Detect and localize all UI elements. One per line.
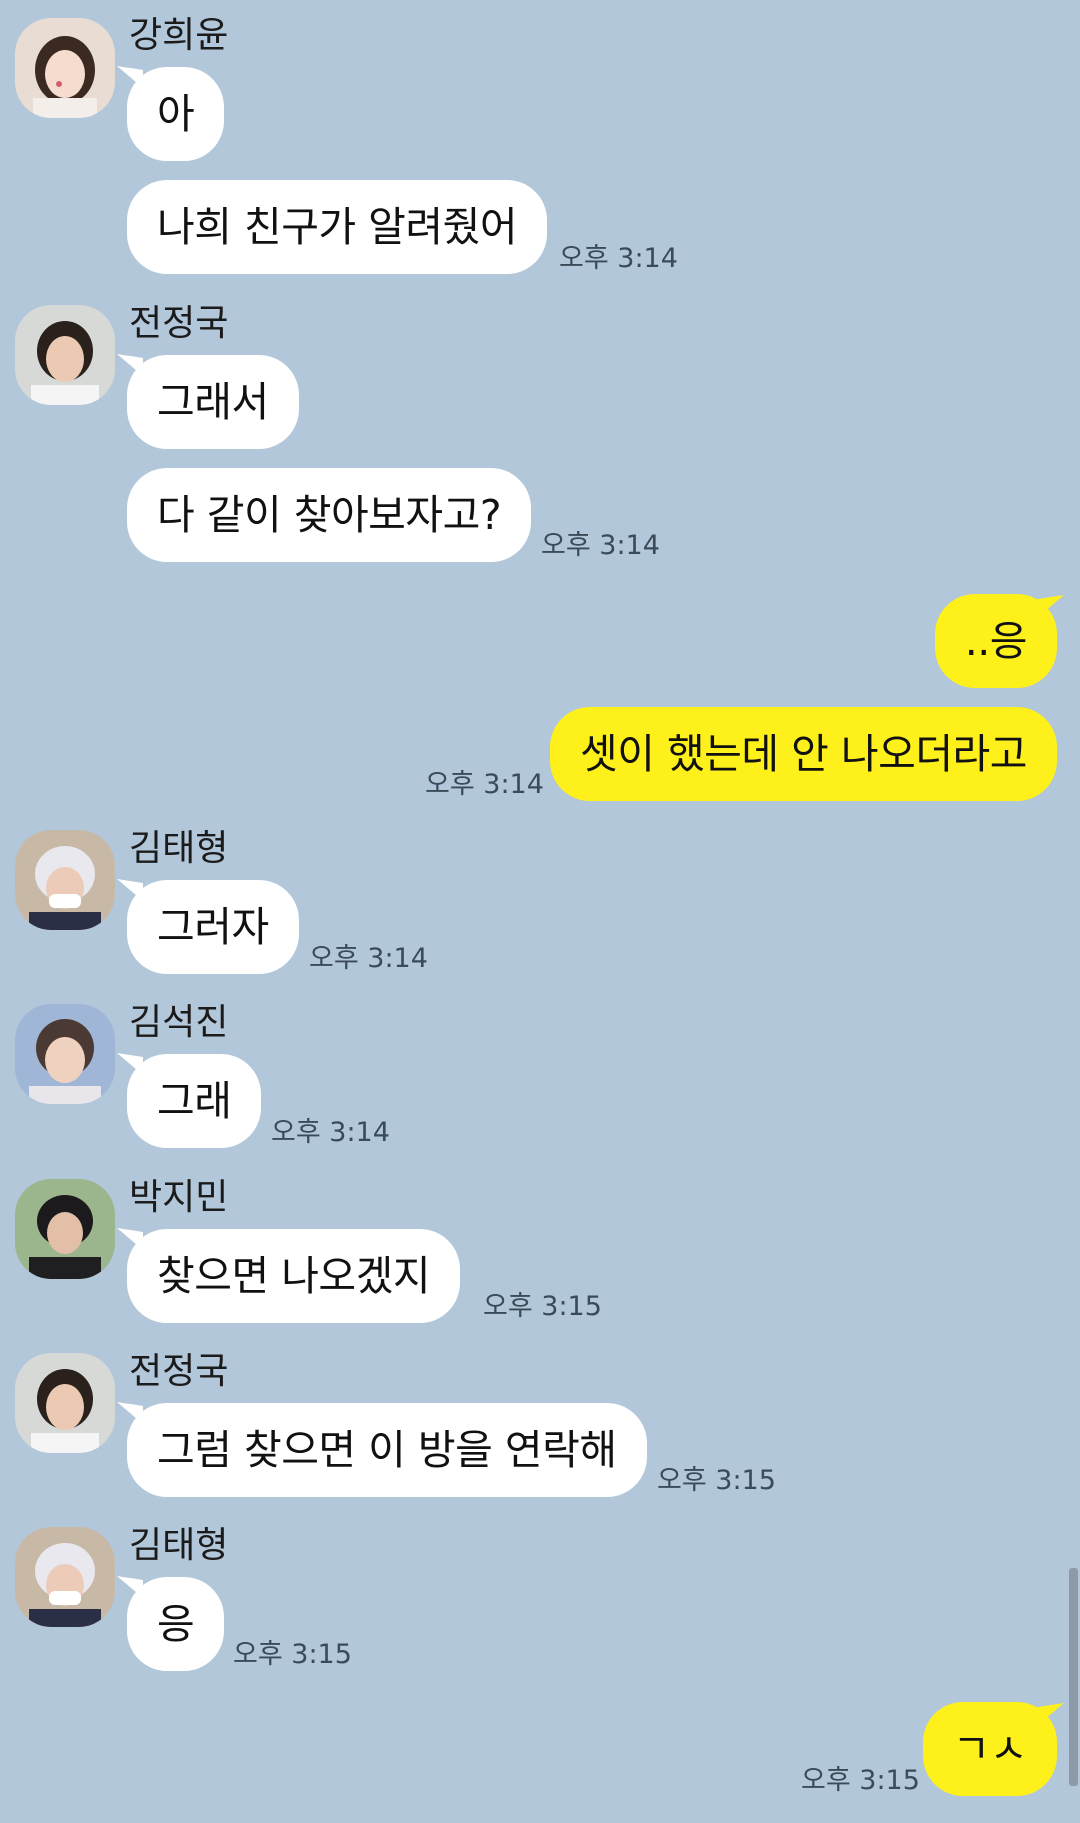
sender-name: 김석진 — [129, 1002, 229, 1043]
sender-name: 박지민 — [129, 1177, 229, 1218]
sender-name: 김태형 — [129, 1525, 229, 1566]
timestamp: 오후 3:15 — [483, 1291, 602, 1322]
message-bubble[interactable]: 찾으면 나오겠지 — [127, 1229, 461, 1323]
avatar-park-jimin[interactable] — [15, 1179, 115, 1279]
timestamp: 오후 3:14 — [541, 530, 660, 561]
message-bubble[interactable]: 그래서 — [127, 355, 299, 449]
message-bubble[interactable]: 아 — [127, 67, 225, 161]
timestamp: 오후 3:15 — [801, 1765, 920, 1796]
timestamp: 오후 3:14 — [559, 243, 678, 274]
sender-name: 전정국 — [129, 1351, 229, 1392]
timestamp: 오후 3:15 — [233, 1639, 352, 1670]
message-bubble[interactable]: 응 — [127, 1577, 225, 1671]
message-bubble[interactable]: 그럼 찾으면 이 방을 연락해 — [127, 1403, 647, 1497]
message-bubble-outgoing[interactable]: 셋이 했는데 안 나오더라고 — [549, 707, 1057, 801]
message-bubble[interactable]: 나희 친구가 알려줬어 — [127, 180, 548, 274]
sender-name: 전정국 — [129, 303, 229, 344]
avatar-kim-seokjin[interactable] — [15, 1004, 115, 1104]
scrollbar[interactable] — [1069, 1568, 1078, 1786]
message-bubble[interactable]: 그러자 — [127, 880, 299, 974]
avatar-jeon-jungkook[interactable] — [15, 1353, 115, 1453]
timestamp: 오후 3:14 — [425, 769, 544, 800]
avatar-kim-taehyung[interactable] — [15, 830, 115, 930]
timestamp: 오후 3:15 — [657, 1465, 776, 1496]
message-bubble-outgoing[interactable]: ㄱㅅ — [922, 1702, 1057, 1796]
sender-name: 김태형 — [129, 828, 229, 869]
timestamp: 오후 3:14 — [309, 943, 428, 974]
message-bubble[interactable]: 그래 — [127, 1054, 262, 1148]
message-bubble[interactable]: 다 같이 찾아보자고? — [127, 468, 532, 562]
timestamp: 오후 3:14 — [271, 1117, 390, 1148]
avatar-jeon-jungkook[interactable] — [15, 305, 115, 405]
avatar-kang-heeyun[interactable] — [15, 18, 115, 118]
sender-name: 강희윤 — [129, 15, 229, 56]
bubble-tail — [1038, 1703, 1064, 1725]
avatar-kim-taehyung[interactable] — [15, 1527, 115, 1627]
bubble-tail — [1038, 595, 1064, 617]
